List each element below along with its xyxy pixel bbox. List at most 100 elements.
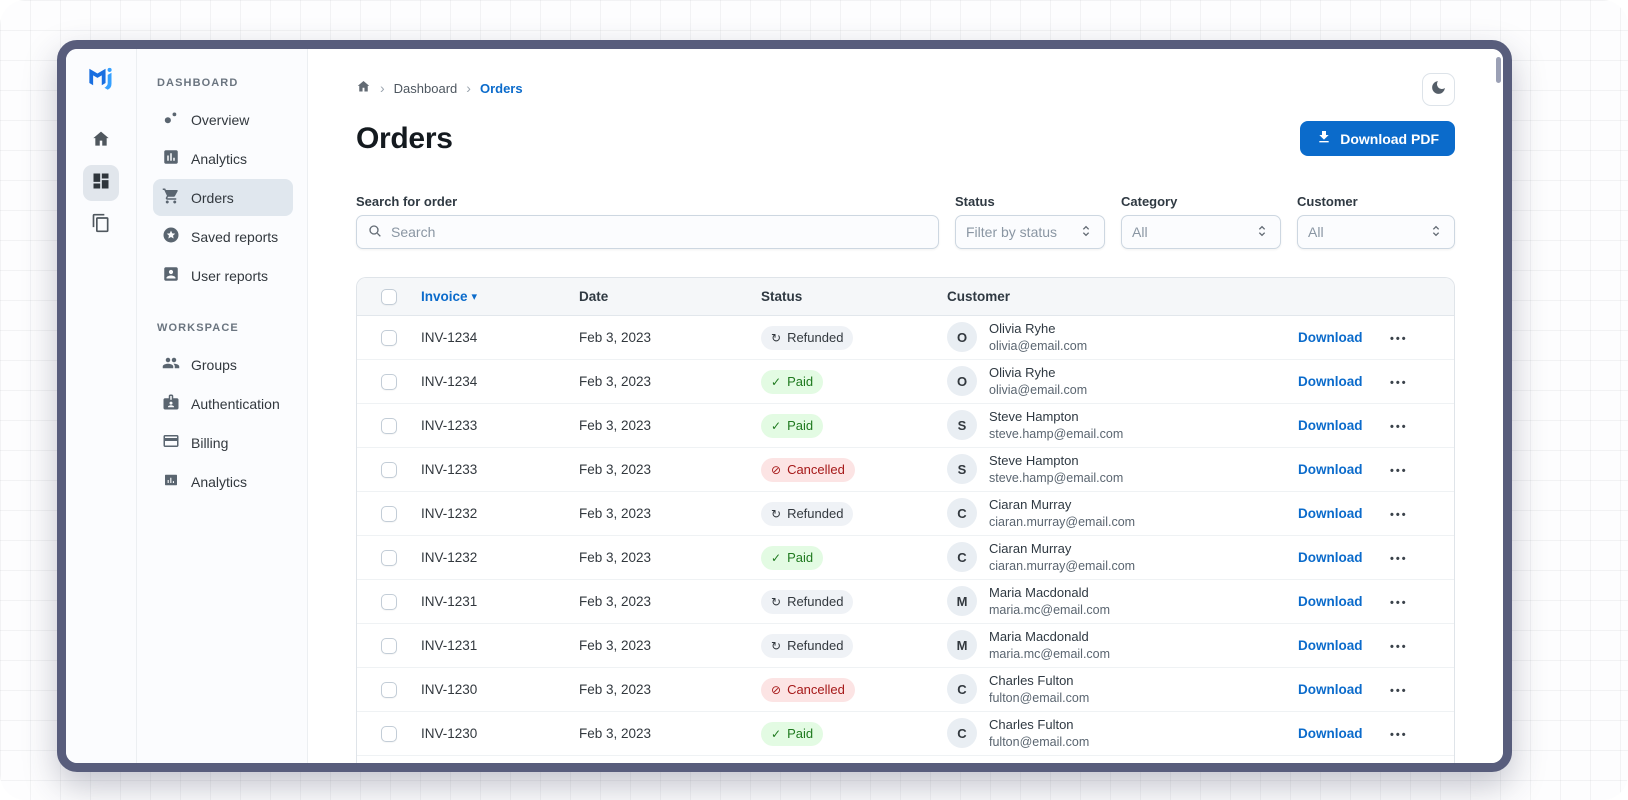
- table-row[interactable]: INV-1233 Feb 3, 2023 ⊘ Cancelled S Steve Hamp…: [357, 448, 1454, 492]
- sidebar-item-billing[interactable]: Billing: [153, 424, 293, 461]
- download-link[interactable]: Download: [1298, 374, 1363, 389]
- row-menu-button[interactable]: •••: [1390, 553, 1408, 565]
- row-menu-button[interactable]: •••: [1390, 641, 1408, 653]
- customer-email: maria.mc@email.com: [989, 646, 1111, 661]
- theme-toggle-button[interactable]: [1422, 73, 1455, 106]
- page-title: Orders: [356, 121, 453, 155]
- download-pdf-button[interactable]: Download PDF: [1300, 121, 1455, 156]
- row-checkbox[interactable]: [381, 593, 397, 610]
- customer-name: Steve Hampton: [989, 452, 1079, 468]
- sidebar-item-orders[interactable]: Orders: [153, 179, 293, 216]
- sidebar-item-groups[interactable]: Groups: [153, 346, 293, 383]
- row-checkbox[interactable]: [381, 549, 397, 566]
- row-menu-button[interactable]: •••: [1390, 729, 1408, 741]
- status-badge: ↻ Refunded: [761, 325, 854, 350]
- chevron-right-icon: ›: [466, 80, 471, 96]
- order-date: Feb 3, 2023: [579, 726, 652, 741]
- row-checkbox[interactable]: [381, 505, 397, 522]
- table-row[interactable]: INV-1232 Feb 3, 2023 ✓ Paid C Ciaran Murray ci…: [357, 536, 1454, 580]
- avatar: [947, 762, 977, 763]
- row-checkbox[interactable]: [381, 725, 397, 742]
- table-row[interactable]: INV-1234 Feb 3, 2023 ✓ Paid O Olivia Ryhe oliv…: [357, 360, 1454, 404]
- check-icon: ✓: [771, 418, 782, 433]
- stacked-pages-icon: [91, 213, 111, 238]
- people-icon: [162, 354, 180, 375]
- status-select[interactable]: Filter by status: [955, 215, 1105, 249]
- customer-email: fulton@email.com: [989, 734, 1090, 749]
- download-link[interactable]: Download: [1298, 330, 1363, 345]
- download-link[interactable]: Download: [1298, 418, 1363, 433]
- row-checkbox[interactable]: [381, 681, 397, 698]
- avatar: C: [947, 542, 977, 573]
- invoice-id: INV-1231: [421, 638, 478, 653]
- row-menu-button[interactable]: •••: [1390, 685, 1408, 697]
- invoice-id: INV-1230: [421, 726, 478, 741]
- sidebar-item-analytics-ws[interactable]: Analytics: [153, 463, 293, 500]
- download-link[interactable]: Download: [1298, 682, 1363, 697]
- search-icon: [367, 223, 383, 242]
- table-row[interactable]: INV-1233 Feb 3, 2023 ✓ Paid S Steve Hampton st…: [357, 404, 1454, 448]
- row-checkbox[interactable]: [381, 637, 397, 654]
- chevron-up-down-icon: [1428, 223, 1444, 242]
- sidebar: DASHBOARD Overview Analytics Orders Save…: [137, 49, 308, 763]
- sidebar-item-authentication[interactable]: Authentication: [153, 385, 293, 422]
- shopping-cart-icon: [162, 187, 180, 208]
- select-all-checkbox[interactable]: [381, 288, 397, 305]
- row-menu-button[interactable]: •••: [1390, 509, 1408, 521]
- order-date: Feb 3, 2023: [579, 594, 652, 609]
- download-link[interactable]: Download: [1298, 506, 1363, 521]
- sidebar-item-analytics[interactable]: Analytics: [153, 140, 293, 177]
- category-select[interactable]: All: [1121, 215, 1281, 249]
- download-link[interactable]: Download: [1298, 638, 1363, 653]
- sidebar-item-user-reports[interactable]: User reports: [153, 257, 293, 294]
- table-row[interactable]: INV-1231 Feb 3, 2023 ↻ Refunded M Maria Macdo…: [357, 580, 1454, 624]
- sidebar-item-saved-reports[interactable]: Saved reports: [153, 218, 293, 255]
- row-menu-button[interactable]: •••: [1390, 465, 1408, 477]
- status-badge: ✓ Paid: [761, 545, 824, 570]
- customer-email: olivia@email.com: [989, 382, 1088, 397]
- download-link[interactable]: Download: [1298, 550, 1363, 565]
- breadcrumb-dashboard[interactable]: Dashboard: [394, 81, 458, 96]
- customer-email: steve.hamp@email.com: [989, 426, 1124, 441]
- table-row[interactable]: INV-1230 Feb 3, 2023 ⊘ Cancelled C Charles Fu…: [357, 668, 1454, 712]
- person-box-icon: [162, 265, 180, 286]
- avatar: S: [947, 410, 977, 441]
- download-link[interactable]: Download: [1298, 594, 1363, 609]
- invoice-id: INV-1233: [421, 418, 478, 433]
- bar-chart-icon: [162, 148, 180, 169]
- download-link[interactable]: Download: [1298, 726, 1363, 741]
- window-scrollbar[interactable]: [1496, 57, 1501, 83]
- table-row[interactable]: INV-1234 Feb 3, 2023 ↻ Refunded O Olivia Ryhe…: [357, 316, 1454, 360]
- row-checkbox[interactable]: [381, 417, 397, 434]
- rail-dashboard-button[interactable]: [83, 165, 119, 201]
- customer-name: Olivia Ryhe: [989, 320, 1056, 336]
- table-row[interactable]: INV-1231 Feb 3, 2023 ↻ Refunded M Maria Macdo…: [357, 624, 1454, 668]
- download-icon: [1316, 129, 1332, 148]
- rail-pages-button[interactable]: [83, 207, 119, 243]
- sidebar-item-overview[interactable]: Overview: [153, 101, 293, 138]
- row-checkbox[interactable]: [381, 329, 397, 346]
- row-menu-button[interactable]: •••: [1390, 377, 1408, 389]
- table-row[interactable]: INV-1230 Feb 3, 2023 ✓ Paid C Charles Fulton f…: [357, 712, 1454, 756]
- customer-select[interactable]: All: [1297, 215, 1455, 249]
- breadcrumb-orders: Orders: [479, 80, 523, 96]
- row-checkbox[interactable]: [381, 373, 397, 390]
- home-icon[interactable]: [356, 79, 371, 97]
- order-date: Feb 3, 2023: [579, 506, 652, 521]
- rail-home-button[interactable]: [83, 123, 119, 159]
- row-menu-button[interactable]: •••: [1390, 597, 1408, 609]
- column-header-date: Date: [579, 289, 609, 304]
- table-row[interactable]: INV-1232 Feb 3, 2023 ↻ Refunded C Ciaran Murr…: [357, 492, 1454, 536]
- invoice-id: INV-1232: [421, 506, 478, 521]
- column-header-customer: Customer: [947, 289, 1011, 304]
- chevron-up-down-icon: [1254, 223, 1270, 242]
- table-row[interactable]: [357, 756, 1454, 763]
- moon-icon: [1430, 79, 1447, 101]
- row-menu-button[interactable]: •••: [1390, 333, 1408, 345]
- download-link[interactable]: Download: [1298, 462, 1363, 477]
- column-header-invoice[interactable]: Invoice ▾: [421, 289, 579, 304]
- scatter-dots-icon: [162, 109, 180, 130]
- row-checkbox[interactable]: [381, 461, 397, 478]
- search-input[interactable]: Search: [356, 215, 939, 249]
- row-menu-button[interactable]: •••: [1390, 421, 1408, 433]
